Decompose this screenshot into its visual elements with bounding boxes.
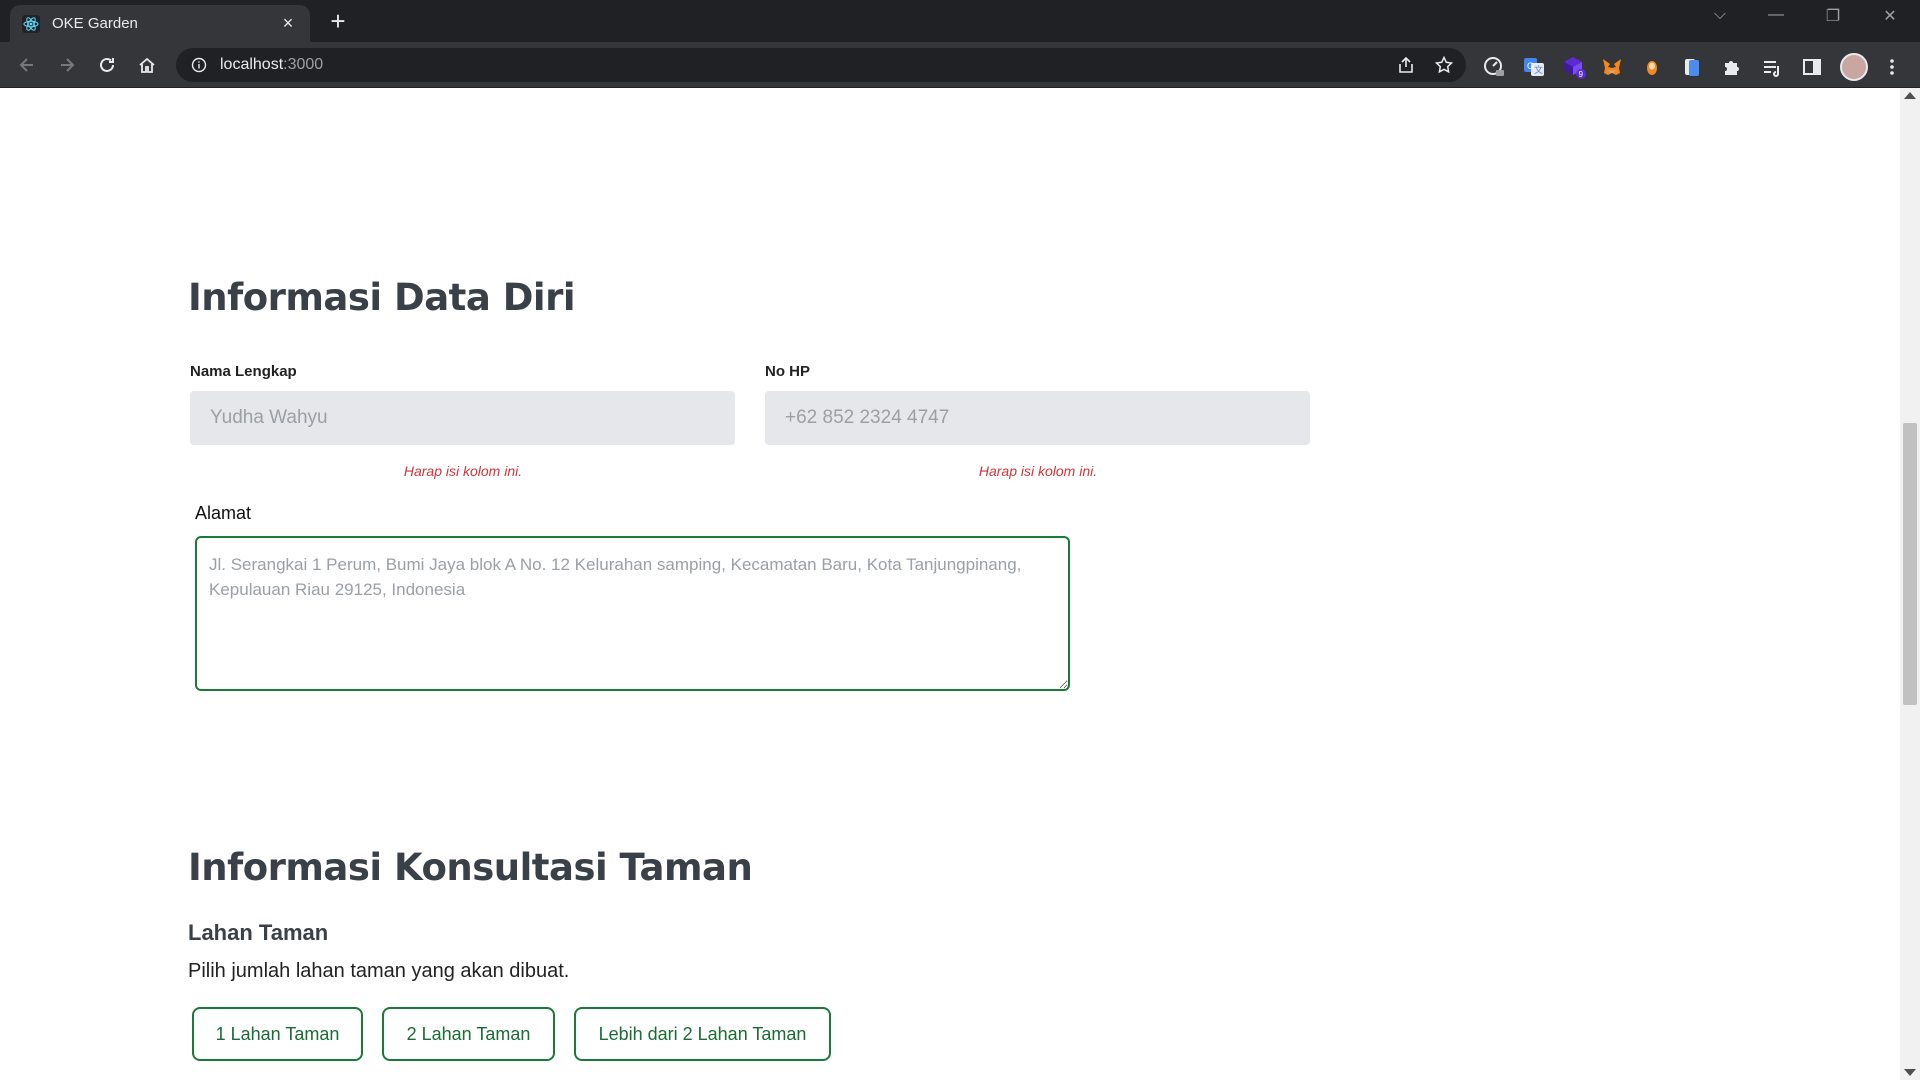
reading-list-icon[interactable] [1760, 55, 1784, 79]
svg-text:文: 文 [1534, 64, 1543, 75]
more-menu-icon[interactable] [1880, 55, 1904, 79]
extension-cube-icon[interactable]: 9 [1562, 55, 1586, 79]
phone-label: No HP [765, 363, 810, 380]
new-tab-button[interactable]: + [326, 8, 350, 34]
bookmark-star-icon[interactable] [1432, 53, 1456, 77]
home-icon [139, 57, 155, 73]
extension-badge: 9 [1579, 70, 1584, 79]
reload-button[interactable] [94, 52, 120, 78]
scroll-down-arrow-icon[interactable] [1904, 1069, 1916, 1076]
home-button[interactable] [134, 52, 160, 78]
name-label: Nama Lengkap [190, 363, 297, 380]
forward-button[interactable] [54, 52, 80, 78]
address-label: Alamat [195, 503, 252, 523]
side-panel-icon[interactable] [1800, 55, 1824, 79]
address-bar[interactable]: localhost:3000 [176, 48, 1466, 82]
page-content: Informasi Data Diri Nama Lengkap Harap i… [0, 88, 1900, 1080]
browser-toolbar: localhost:3000 G文 9 [0, 42, 1920, 88]
tab-close-icon[interactable]: × [278, 13, 298, 34]
phone-input[interactable] [765, 391, 1310, 445]
svg-text:G: G [1527, 61, 1534, 71]
share-icon[interactable] [1394, 53, 1418, 77]
browser-tab-strip: OKE Garden × + ⌵ — ❐ ✕ [0, 0, 1920, 42]
site-info-icon[interactable] [188, 54, 210, 76]
blue-extension-icon[interactable] [1680, 55, 1704, 79]
section-title-data-diri: Informasi Data Diri [188, 276, 576, 319]
option-1-lahan-button[interactable]: 1 Lahan Taman [192, 1007, 363, 1061]
url-host: localhost [220, 56, 284, 73]
url-port: :3000 [283, 56, 324, 73]
address-textarea[interactable] [195, 536, 1070, 691]
restore-button[interactable]: ❐ [1813, 6, 1853, 26]
name-input[interactable] [190, 391, 735, 445]
google-translate-icon[interactable]: G文 [1522, 55, 1546, 79]
tab-title: OKE Garden [52, 15, 138, 32]
speed-dial-icon[interactable] [1482, 55, 1506, 79]
scroll-up-arrow-icon[interactable] [1904, 92, 1916, 99]
metamask-icon[interactable] [1600, 55, 1624, 79]
arrow-right-icon [61, 58, 75, 72]
close-window-button[interactable]: ✕ [1870, 6, 1910, 26]
section-title-konsultasi: Informasi Konsultasi Taman [188, 846, 753, 889]
lahan-title: Lahan Taman [188, 920, 329, 945]
react-icon [22, 14, 40, 33]
name-error: Harap isi kolom ini. [403, 463, 523, 479]
back-button[interactable] [14, 52, 40, 78]
lahan-description: Pilih jumlah lahan taman yang akan dibua… [188, 960, 570, 982]
browser-tab[interactable]: OKE Garden × [10, 5, 310, 42]
option-2-lahan-button[interactable]: 2 Lahan Taman [382, 1007, 555, 1061]
orange-extension-icon[interactable] [1640, 55, 1664, 79]
profile-avatar[interactable] [1840, 53, 1868, 81]
phone-error: Harap isi kolom ini. [978, 463, 1098, 479]
tab-search-icon[interactable]: ⌵ [1700, 6, 1740, 24]
scroll-thumb[interactable] [1903, 423, 1917, 705]
reload-icon [100, 57, 114, 72]
option-more-lahan-button[interactable]: Lebih dari 2 Lahan Taman [574, 1007, 831, 1061]
url-text: localhost:3000 [220, 56, 323, 74]
page-scrollbar[interactable] [1900, 88, 1920, 1080]
puzzle-extensions-icon[interactable] [1720, 55, 1744, 79]
minimize-button[interactable]: — [1756, 6, 1796, 24]
arrow-left-icon [19, 58, 33, 72]
